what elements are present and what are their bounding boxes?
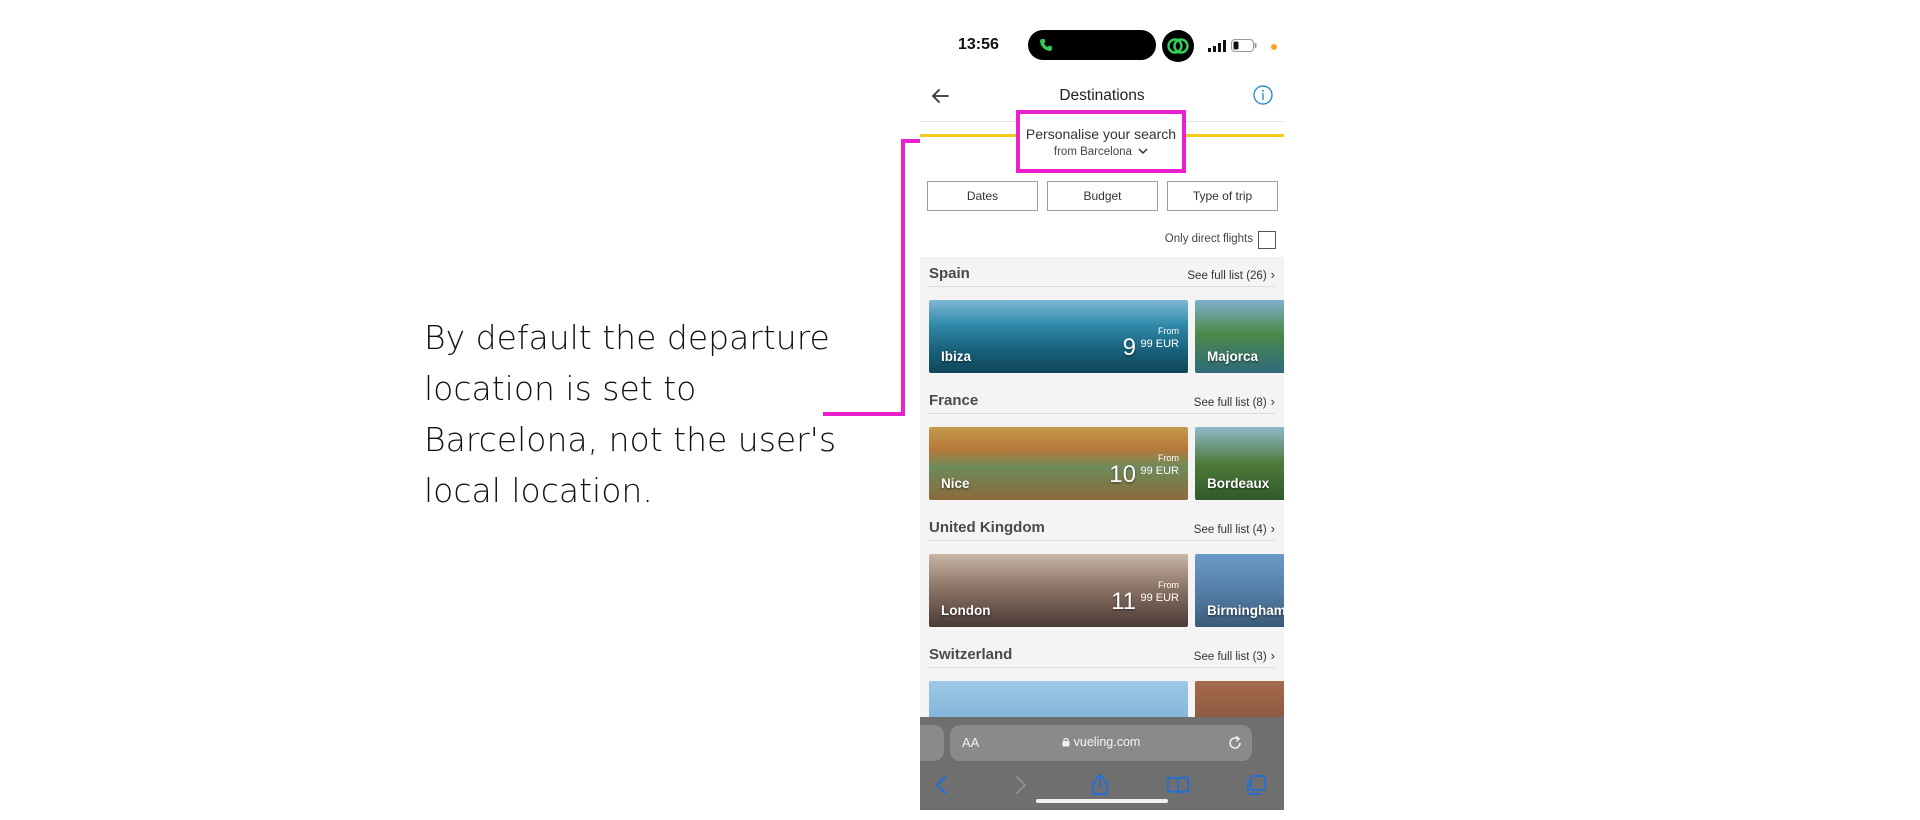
status-time: 13:56 (958, 36, 999, 53)
budget-filter-button[interactable]: Budget (1047, 181, 1158, 211)
signal-icon (1208, 40, 1226, 52)
destination-card-london[interactable]: From 11 99 EUR London (929, 554, 1188, 627)
chevron-right-icon: › (1270, 394, 1275, 409)
url-text: vueling.com (1073, 735, 1141, 749)
filter-bar: Dates Budget Type of trip (927, 181, 1279, 211)
section-header: Spain See full list (26) › (929, 265, 1275, 287)
destination-card-birmingham[interactable]: Birmingham (1195, 554, 1284, 627)
destinations-list: Spain See full list (26) › From 9 99 EUR … (920, 257, 1284, 717)
destination-name: Ibiza (941, 349, 972, 364)
info-icon[interactable] (1252, 84, 1274, 106)
section-title: France (929, 392, 979, 409)
chevron-right-icon: › (1270, 267, 1275, 282)
chevron-down-icon (1138, 148, 1148, 155)
price-decimal: 99 EUR (1140, 338, 1179, 350)
price-decimal: 99 EUR (1140, 592, 1179, 604)
destination-card[interactable] (1195, 681, 1284, 717)
origin-selector[interactable]: from Barcelona (1020, 146, 1182, 158)
section-france: France See full list (8) › From 10 99 EUR… (920, 384, 1284, 511)
destination-name: Birmingham (1207, 603, 1284, 618)
phone-screen: 13:56 Destinations Personalise your sear… (920, 20, 1284, 810)
price-from-label: From (1158, 580, 1179, 590)
price-from-label: From (1158, 326, 1179, 336)
page-title: Destinations (1059, 87, 1145, 104)
url-display: vueling.com (950, 735, 1252, 749)
address-bar[interactable]: AA vueling.com (950, 725, 1252, 761)
destination-card-bordeaux[interactable]: Bordeaux (1195, 427, 1284, 500)
section-switzerland: Switzerland See full list (3) › (920, 638, 1284, 717)
price-from-label: From (1158, 453, 1179, 463)
see-full-list-link[interactable]: See full list (8) › (1194, 394, 1275, 409)
dynamic-island[interactable] (1028, 30, 1156, 60)
personalise-search-button[interactable]: Personalise your search from Barcelona (1016, 110, 1186, 173)
destination-card[interactable] (929, 681, 1188, 717)
section-title: Spain (929, 265, 970, 282)
section-header: Switzerland See full list (3) › (929, 646, 1275, 668)
section-title: Switzerland (929, 646, 1013, 663)
see-full-list-label: See full list (4) (1193, 524, 1267, 536)
chevron-right-icon: › (1270, 648, 1275, 663)
section-spain: Spain See full list (26) › From 9 99 EUR … (920, 257, 1284, 384)
app-badge-icon[interactable] (1162, 30, 1194, 62)
direct-flights-checkbox[interactable] (1258, 231, 1276, 249)
back-icon[interactable] (930, 773, 954, 797)
price-integer: 11 (1111, 588, 1136, 615)
lock-icon (1062, 738, 1070, 747)
origin-label: from Barcelona (1053, 146, 1132, 158)
browser-toolbar: AA vueling.com (920, 717, 1284, 810)
section-united-kingdom: United Kingdom See full list (4) › From 1… (920, 511, 1284, 638)
trip-type-filter-button[interactable]: Type of trip (1167, 181, 1278, 211)
dates-filter-button[interactable]: Dates (927, 181, 1038, 211)
share-icon[interactable] (1088, 773, 1112, 797)
section-header: France See full list (8) › (929, 392, 1275, 414)
destination-name: London (941, 603, 991, 618)
price-decimal: 99 EUR (1140, 465, 1179, 477)
price-integer: 10 (1109, 461, 1136, 488)
destination-card-nice[interactable]: From 10 99 EUR Nice (929, 427, 1188, 500)
direct-flights-row: Only direct flights (920, 229, 1284, 253)
price-integer: 9 (1122, 334, 1136, 361)
destination-card-ibiza[interactable]: From 9 99 EUR Ibiza (929, 300, 1188, 373)
see-full-list-label: See full list (3) (1193, 651, 1267, 663)
see-full-list-link[interactable]: See full list (26) › (1187, 267, 1275, 282)
direct-flights-label: Only direct flights (1164, 233, 1253, 245)
reload-icon[interactable] (1226, 734, 1244, 752)
see-full-list-link[interactable]: See full list (3) › (1194, 648, 1275, 663)
forward-icon[interactable] (1008, 773, 1032, 797)
home-indicator[interactable] (1036, 799, 1168, 803)
bookmarks-icon[interactable] (1166, 773, 1190, 797)
see-full-list-link[interactable]: See full list (4) › (1194, 521, 1275, 536)
see-full-list-label: See full list (26) (1187, 270, 1267, 282)
destination-card-majorca[interactable]: Majorca (1195, 300, 1284, 373)
call-icon (1040, 39, 1052, 51)
annotation-text: By default the departure location is set… (424, 318, 837, 510)
privacy-dot-icon (1271, 44, 1277, 50)
previous-tab-stub[interactable] (920, 725, 944, 761)
destination-name: Bordeaux (1207, 476, 1270, 491)
chevron-right-icon: › (1270, 521, 1275, 536)
battery-icon (1231, 39, 1257, 52)
section-header: United Kingdom See full list (4) › (929, 519, 1275, 541)
status-bar: 13:56 (920, 20, 1284, 72)
destination-name: Majorca (1207, 349, 1259, 364)
see-full-list-label: See full list (8) (1193, 397, 1267, 409)
tabs-icon[interactable] (1244, 773, 1268, 797)
destination-name: Nice (941, 476, 970, 491)
personalise-title: Personalise your search (1025, 126, 1177, 142)
section-title: United Kingdom (929, 519, 1045, 536)
